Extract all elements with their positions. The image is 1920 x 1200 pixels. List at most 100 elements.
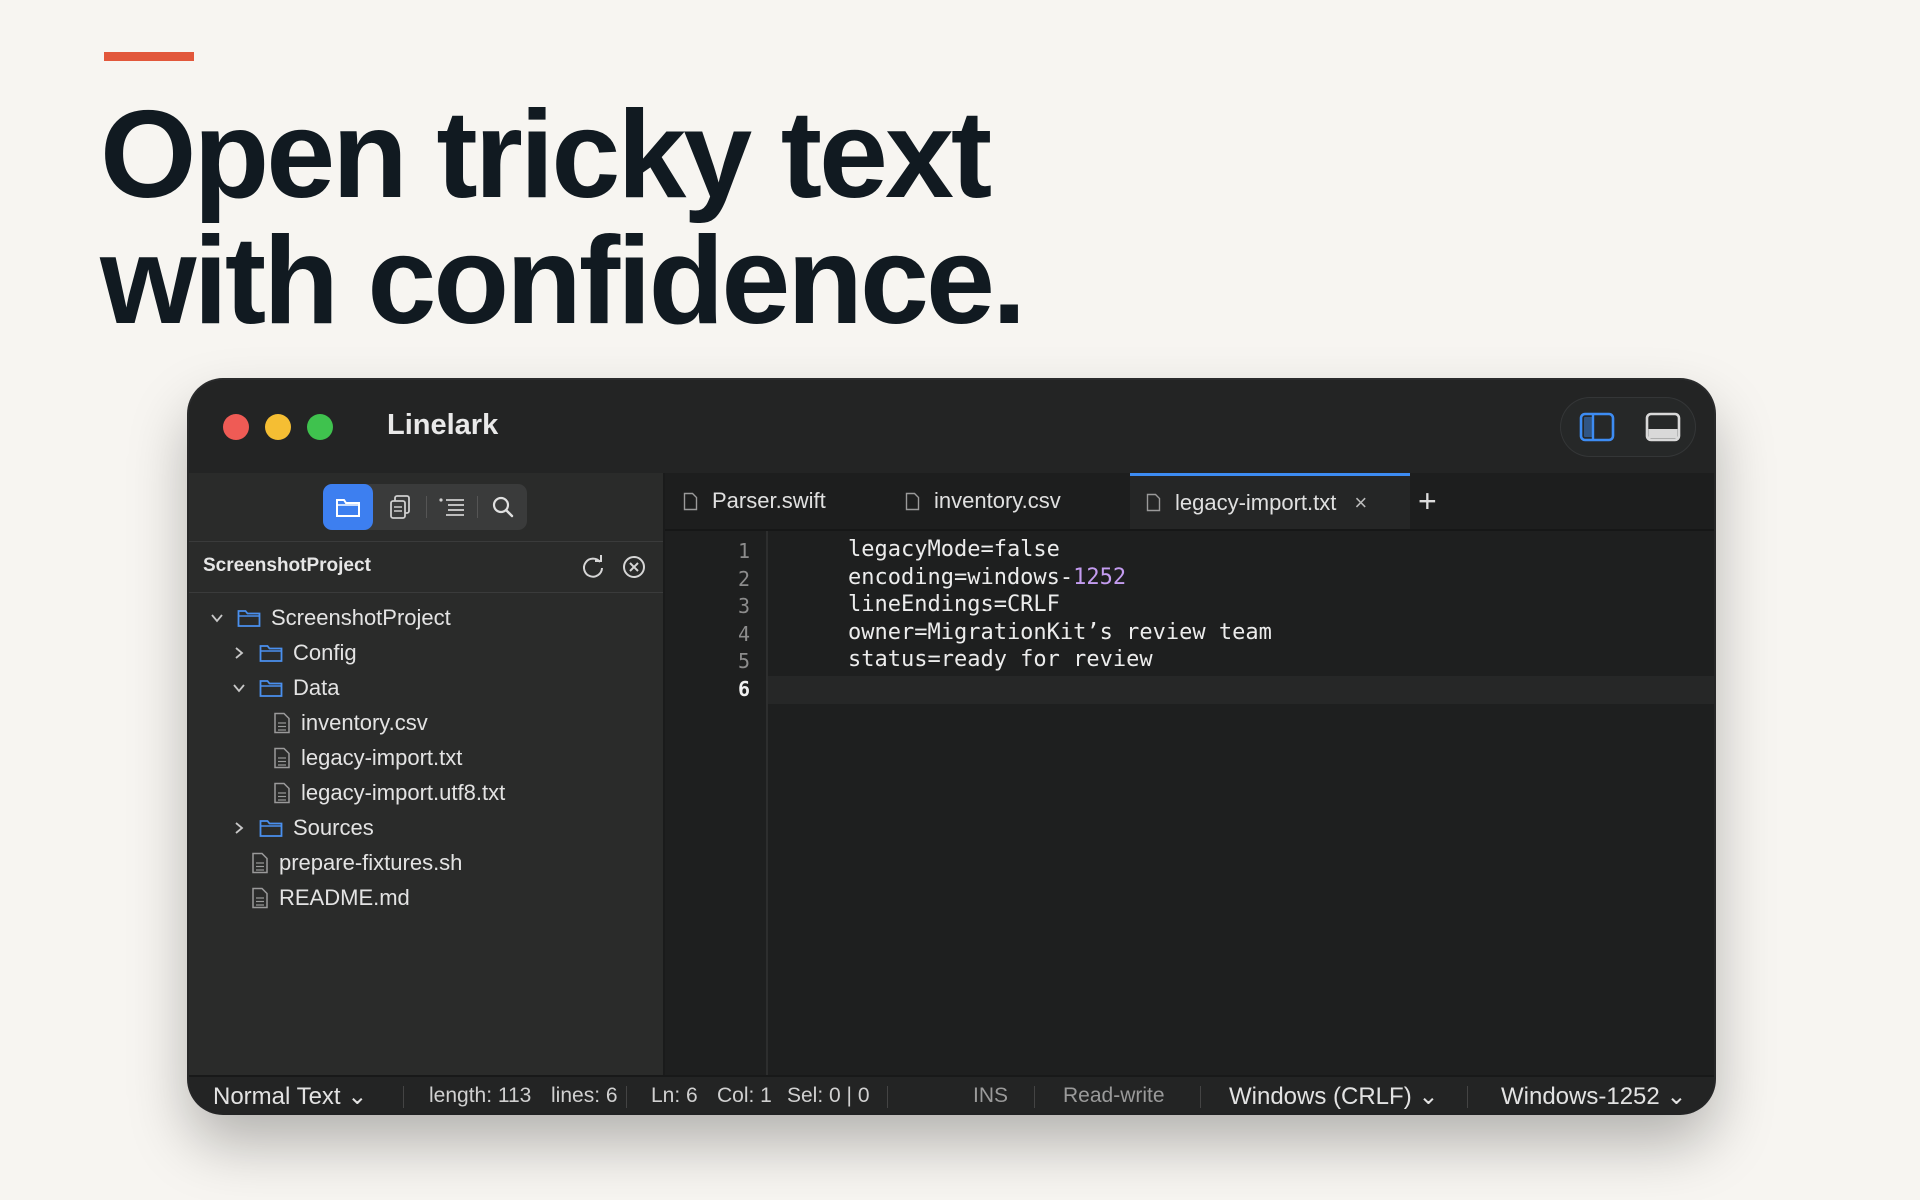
tree-item-label: Data: [293, 675, 340, 700]
code-text: status=ready for review: [848, 647, 1153, 672]
folder-icon: [259, 645, 283, 662]
code-text: owner=MigrationKit’s review team: [848, 619, 1272, 645]
chevron-down-icon: ⌄: [347, 1083, 368, 1110]
close-window-button[interactable]: [223, 414, 249, 440]
title-bar: Linelark: [189, 380, 1714, 473]
headline-line-1: Open tricky text: [100, 86, 992, 224]
line-number: 6: [737, 676, 750, 701]
current-line-highlight: [768, 675, 1714, 704]
code-text: encoding=windows-: [848, 564, 1074, 590]
status-separator: [887, 1086, 888, 1108]
line-number: 4: [737, 621, 750, 646]
tree-item-label: ScreenshotProject: [271, 605, 451, 630]
toggle-bottom-panel-button[interactable]: [1644, 409, 1682, 445]
code-line: lineEndings=CRLF: [848, 592, 1060, 617]
tree-file-row[interactable]: legacy-import.txt: [273, 741, 462, 775]
tab-parser-swift[interactable]: Parser.swift: [683, 473, 863, 529]
code-text: legacyMode=false: [848, 537, 1060, 562]
cursor-column: Col: 1: [717, 1084, 772, 1107]
document-icon: [274, 782, 290, 804]
code-line: encoding=windows-1252: [848, 565, 1126, 590]
new-tab-button[interactable]: +: [1418, 483, 1437, 520]
tree-file-row[interactable]: README.md: [251, 881, 410, 915]
tree-file-row[interactable]: inventory.csv: [273, 706, 428, 740]
close-tab-button[interactable]: ×: [1354, 490, 1367, 516]
syntax-mode-label: Normal Text: [213, 1083, 341, 1110]
code-line: legacyMode=false: [848, 537, 1060, 562]
line-number: 1: [737, 539, 750, 563]
headline-line-2: with confidence.: [100, 212, 1026, 350]
chevron-right-icon[interactable]: [231, 645, 247, 661]
tree-file-row[interactable]: prepare-fixtures.sh: [251, 846, 462, 880]
document-icon: [683, 492, 698, 510]
line-number: 5: [737, 649, 750, 673]
document-icon: [905, 492, 920, 510]
chevron-down-icon[interactable]: [209, 610, 225, 626]
toggle-sidebar-button[interactable]: [1578, 409, 1616, 445]
open-documents-mode-button[interactable]: [375, 484, 425, 530]
insert-mode-indicator[interactable]: INS: [973, 1084, 1008, 1108]
document-length: length: 113: [429, 1084, 532, 1107]
selection-info: Sel: 0 | 0: [787, 1084, 870, 1107]
document-icon: [252, 852, 268, 874]
number-literal: 1252: [1073, 564, 1127, 590]
tab-legacy-import-txt[interactable]: legacy-import.txt ×: [1130, 473, 1410, 529]
code-line: status=ready for review: [848, 647, 1153, 672]
layout-toggles: [1560, 397, 1696, 457]
chevron-right-icon[interactable]: [231, 820, 247, 836]
folder-icon: [259, 680, 283, 697]
cursor-line: Ln: 6: [651, 1084, 698, 1107]
tree-item-label: Config: [293, 640, 357, 665]
chevron-down-icon: ⌄: [1666, 1083, 1687, 1110]
encoding-dropdown[interactable]: Windows-1252 ⌄: [1501, 1082, 1687, 1111]
tree-folder-row[interactable]: Config: [231, 636, 357, 670]
tab-inventory-csv[interactable]: inventory.csv: [905, 473, 1095, 529]
refresh-icon: [583, 555, 603, 578]
tree-folder-row[interactable]: ScreenshotProject: [209, 601, 451, 635]
refresh-project-button[interactable]: [579, 553, 607, 581]
minimize-window-button[interactable]: [265, 414, 291, 440]
project-title: ScreenshotProject: [203, 555, 371, 576]
tree-item-label: README.md: [279, 885, 410, 910]
tree-item-label: Sources: [293, 815, 374, 840]
tree-folder-row[interactable]: Sources: [231, 811, 374, 845]
bottom-panel-layout-icon: [1645, 412, 1681, 442]
code-line: owner=MigrationKit’s review team: [848, 620, 1272, 645]
status-separator: [1200, 1086, 1201, 1108]
tab-label: legacy-import.txt: [1175, 489, 1337, 515]
tree-item-label: inventory.csv: [301, 710, 428, 735]
accent-bar: [104, 52, 194, 61]
encoding-label: Windows-1252: [1501, 1083, 1660, 1110]
line-number: 2: [737, 566, 750, 591]
tab-label: Parser.swift: [712, 488, 826, 513]
line-number: 3: [737, 594, 750, 618]
files-mode-button[interactable]: [323, 484, 373, 530]
app-window: Linelark ScreenshotProject ScreenshotPro…: [189, 380, 1714, 1113]
sidebar-mode-switcher: [323, 484, 527, 530]
tree-folder-row[interactable]: Data: [231, 671, 339, 705]
tree-item-label: prepare-fixtures.sh: [279, 850, 463, 875]
chevron-down-icon[interactable]: [231, 680, 247, 696]
tree-file-row[interactable]: legacy-import.utf8.txt: [273, 776, 505, 810]
status-separator: [626, 1086, 627, 1108]
tree-item-label: legacy-import.txt: [301, 745, 463, 770]
syntax-mode-dropdown[interactable]: Normal Text ⌄: [213, 1082, 367, 1111]
zoom-window-button[interactable]: [307, 414, 333, 440]
chevron-down-icon: ⌄: [1418, 1083, 1439, 1110]
close-circle-icon: [623, 556, 645, 578]
close-project-button[interactable]: [620, 553, 648, 581]
folder-icon: [237, 610, 261, 627]
tree-item-label: legacy-import.utf8.txt: [301, 780, 506, 805]
line-endings-dropdown[interactable]: Windows (CRLF) ⌄: [1229, 1082, 1438, 1111]
tab-bar: Parser.swift inventory.csv legacy-import…: [665, 473, 1714, 531]
document-icon: [274, 712, 290, 734]
document-line-count: lines: 6: [551, 1084, 618, 1107]
search-mode-button[interactable]: [478, 484, 528, 530]
code-editor[interactable]: legacyMode=false encoding=windows-1252 lin…: [768, 531, 1714, 1075]
tab-label: inventory.csv: [934, 488, 1061, 513]
status-separator: [1034, 1086, 1035, 1108]
headline: Open tricky text with confidence.: [100, 86, 1026, 350]
access-mode-indicator[interactable]: Read-write: [1063, 1084, 1165, 1108]
outline-list-icon: [439, 498, 464, 516]
outline-mode-button[interactable]: [427, 484, 477, 530]
